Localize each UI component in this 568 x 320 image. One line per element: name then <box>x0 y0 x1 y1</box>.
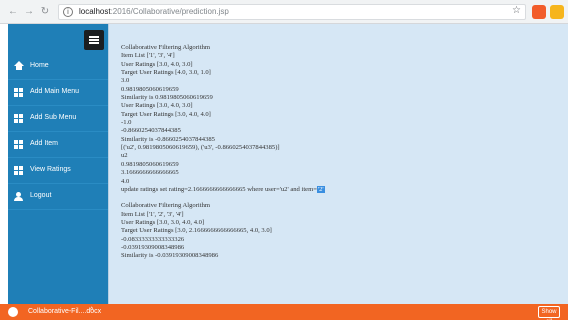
sidebar-item-view-ratings[interactable]: View Ratings <box>8 158 108 184</box>
app-area: Home Add Main Menu Add Sub Menu Add Item… <box>0 24 568 304</box>
output-line: 3.0 <box>121 77 130 85</box>
output-line: Item List ['1', '2', '3', '4'] <box>121 210 184 218</box>
sidebar-item-add-sub-menu[interactable]: Add Sub Menu <box>8 106 108 132</box>
output-line: User Ratings [3.0, 4.0, 3.0] <box>121 102 193 110</box>
address-bar[interactable]: i localhost:2016/Collaborative/predictio… <box>58 4 526 20</box>
sidebar-item-logout[interactable]: Logout <box>8 184 108 210</box>
main-content: Collaborative Filtering Algorithm Item L… <box>108 24 568 304</box>
output-line: Target User Ratings [4.0, 3.0, 1.0] <box>121 69 211 77</box>
output-line: Target User Ratings [3.0, 4.0, 4.0] <box>121 110 211 118</box>
browser-toolbar: ← → ↻ i localhost:2016/Collaborative/pre… <box>0 0 568 24</box>
output-block-1: Collaborative Filtering Algorithm Item L… <box>121 44 561 194</box>
download-bar: Collaborative-Fil....docx ^ Show all <box>0 304 568 320</box>
output-block-2: Collaborative Filtering Algorithm Item L… <box>121 202 561 260</box>
sidebar-item-add-item[interactable]: Add Item <box>8 132 108 158</box>
home-icon <box>14 61 24 70</box>
output-line: Similarity is 0.9819805060619659 <box>121 94 213 102</box>
output-line: 3.1666666666666665 <box>121 169 179 177</box>
grid-icon <box>14 114 23 123</box>
url-text[interactable]: localhost:2016/Collaborative/prediction.… <box>79 7 229 16</box>
show-all-button[interactable]: Show all <box>538 306 560 320</box>
output-line: -0.8660254037844385 <box>121 127 181 135</box>
update-query-text: update ratings set rating=2.166666666666… <box>121 185 317 193</box>
output-line: Target User Ratings [3.0, 2.166666666666… <box>121 227 272 235</box>
output-line: 0.9819805060619659 <box>121 160 179 168</box>
menu-toggle-icon[interactable] <box>84 30 104 50</box>
bookmark-star-icon[interactable]: ☆ <box>512 5 521 16</box>
sidebar: Home Add Main Menu Add Sub Menu Add Item… <box>8 24 108 304</box>
output-line: -0.03919309008348986 <box>121 243 185 251</box>
document-icon <box>8 307 18 317</box>
grid-icon <box>14 88 23 97</box>
output-line: Collaborative Filtering Algorithm <box>121 44 211 51</box>
profile-icon[interactable] <box>550 5 564 19</box>
output-line: Item List ['1', '3', '4'] <box>121 52 175 60</box>
sidebar-item-label: Home <box>30 62 49 69</box>
sidebar-item-add-main-menu[interactable]: Add Main Menu <box>8 80 108 106</box>
output-line: 4.0 <box>121 177 130 185</box>
output-line: u2 <box>121 152 128 160</box>
url-host: localhost <box>79 7 111 16</box>
output-line: [('u2', 0.9819805060619659), ('u3', -0.8… <box>121 144 280 152</box>
reload-icon[interactable]: ↻ <box>38 5 52 19</box>
output-line: Similarity is -0.03919309008348986 <box>121 252 219 260</box>
back-arrow-icon[interactable]: ← <box>6 5 20 19</box>
sidebar-menu: Home Add Main Menu Add Sub Menu Add Item… <box>8 54 108 210</box>
block-gap <box>121 194 561 202</box>
update-query-line[interactable]: update ratings set rating=2.166666666666… <box>121 185 561 194</box>
sidebar-item-label: Add Item <box>30 140 59 147</box>
url-path: :2016/Collaborative/prediction.jsp <box>110 7 229 16</box>
output-line: Collaborative Filtering Algorithm <box>121 202 211 210</box>
output-line: User Ratings [3.0, 3.0, 4.0, 4.0] <box>121 218 205 226</box>
algorithm-output: Collaborative Filtering Algorithm Item L… <box>121 44 561 261</box>
sidebar-item-label: Logout <box>30 192 52 199</box>
grid-icon <box>14 140 23 149</box>
forward-arrow-icon[interactable]: → <box>22 5 36 19</box>
sidebar-item-label: View Ratings <box>30 166 71 173</box>
output-line: User Ratings [3.0, 4.0, 3.0] <box>121 60 193 68</box>
chevron-up-icon[interactable]: ^ <box>90 307 93 314</box>
sidebar-item-label: Add Sub Menu <box>30 114 77 121</box>
output-line: -1.0 <box>121 119 132 127</box>
selected-item-text[interactable]: '2' <box>316 185 325 193</box>
output-line: 0.9819805060619659 <box>121 85 179 93</box>
user-icon <box>14 192 23 201</box>
sidebar-item-label: Add Main Menu <box>30 88 80 95</box>
extension-icon[interactable] <box>532 5 546 19</box>
grid-icon <box>14 166 23 175</box>
info-icon[interactable]: i <box>63 7 73 17</box>
output-line: Similarity is -0.8660254037844385 <box>121 135 215 143</box>
output-line: -0.08333333333333326 <box>121 235 185 243</box>
sidebar-item-home[interactable]: Home <box>8 54 108 80</box>
